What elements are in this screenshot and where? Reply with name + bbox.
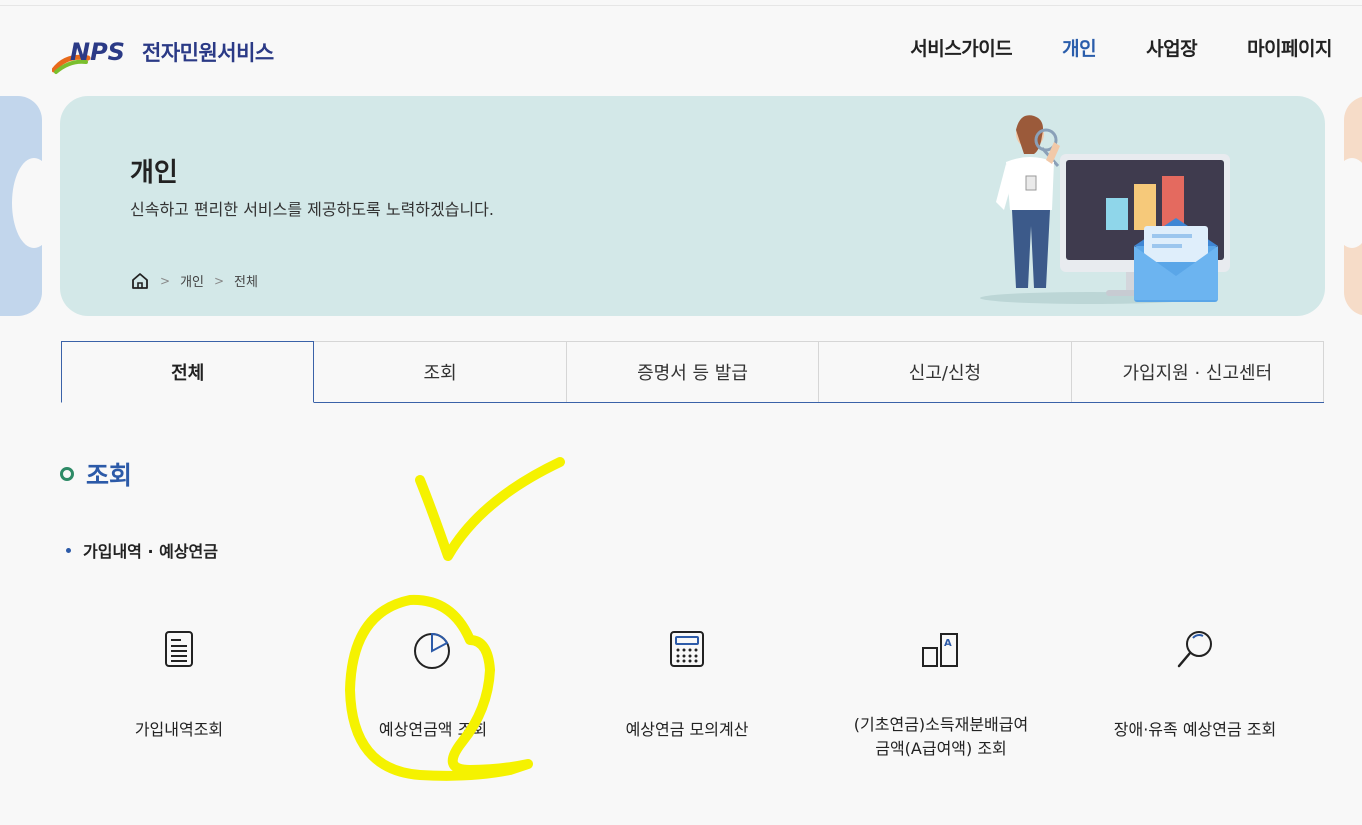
- breadcrumb: > 개인 > 전체: [130, 271, 258, 290]
- tab-all[interactable]: 전체: [61, 341, 315, 403]
- tab-support-center[interactable]: 가입지원 · 신고센터: [1071, 341, 1325, 402]
- document-icon: [165, 631, 193, 667]
- nav-mypage[interactable]: 마이페이지: [1247, 34, 1332, 61]
- tab-inquiry[interactable]: 조회: [314, 341, 567, 402]
- calculator-icon: [670, 631, 704, 667]
- service-label: 예상연금액 조회: [378, 720, 488, 739]
- service-label: 장애·유족 예상연금 조회: [1113, 720, 1277, 739]
- breadcrumb-item-all[interactable]: 전체: [234, 271, 258, 290]
- nav-personal[interactable]: 개인: [1062, 34, 1096, 61]
- subsection-heading: 가입내역 · 예상연금: [66, 538, 218, 562]
- page-subtitle: 신속하고 편리한 서비스를 제공하도록 노력하겠습니다.: [130, 200, 494, 219]
- service-label: 예상연금 모의계산: [625, 720, 749, 739]
- logo-abbr: NPS: [70, 38, 125, 66]
- banner-side-decoration-left: [0, 96, 56, 316]
- section-heading: 조회: [60, 456, 132, 492]
- section-title: 조회: [86, 461, 133, 490]
- chevron-right-icon: >: [213, 273, 225, 288]
- service-label: (기초연금)소득재분배급여 금액(A급여액) 조회: [814, 713, 1068, 761]
- service-label: 가입내역조회: [134, 720, 224, 739]
- nav-workplace[interactable]: 사업장: [1146, 34, 1197, 61]
- pie-chart-icon: [414, 632, 450, 669]
- nps-logo-icon: NPS: [52, 38, 125, 74]
- service-pension-simulation[interactable]: 예상연금 모의계산: [560, 610, 814, 790]
- nps-logo[interactable]: NPS 전자민원서비스: [52, 32, 292, 76]
- tab-report-apply[interactable]: 신고/신청: [819, 341, 1072, 402]
- service-disability-survivor-pension[interactable]: 장애·유족 예상연금 조회: [1068, 610, 1322, 790]
- logo-text: 전자민원서비스: [142, 41, 274, 65]
- subsection-bullet-icon: [66, 547, 71, 553]
- banner-illustration: [980, 115, 1230, 304]
- home-icon[interactable]: [130, 272, 150, 290]
- category-tabs: 전체 조회 증명서 등 발급 신고/신청 가입지원 · 신고센터: [61, 341, 1325, 403]
- banner-side-decoration-right: [1330, 96, 1362, 316]
- a-value-icon: A: [922, 633, 958, 667]
- chevron-right-icon: >: [160, 273, 171, 288]
- service-label-line2: 금액(A급여액) 조회: [875, 739, 1007, 758]
- breadcrumb-item-personal[interactable]: 개인: [180, 271, 204, 290]
- service-expected-pension[interactable]: 예상연금액 조회: [306, 610, 560, 790]
- service-list: 가입내역조회 예상연금액 조회 예상연금 모의계산 A (기초연금)소득재분배급…: [52, 610, 1324, 790]
- service-label-line1: (기초연금)소득재분배급여: [853, 715, 1029, 734]
- service-a-value-inquiry[interactable]: A (기초연금)소득재분배급여 금액(A급여액) 조회: [814, 610, 1068, 790]
- page-banner: 개인 신속하고 편리한 서비스를 제공하도록 노력하겠습니다. > 개인 > 전…: [60, 96, 1325, 316]
- nav-service-guide[interactable]: 서비스가이드: [910, 34, 1012, 61]
- service-subscription-history[interactable]: 가입내역조회: [52, 610, 306, 790]
- check-mark-annotation: [415, 457, 565, 561]
- magnifier-icon: [1177, 631, 1212, 668]
- main-nav: 서비스가이드 개인 사업장 마이페이지: [860, 34, 1332, 61]
- page-title: 개인: [130, 158, 178, 188]
- svg-text:A: A: [944, 638, 952, 649]
- site-header: NPS 전자민원서비스 서비스가이드 개인 사업장 마이페이지: [0, 6, 1362, 90]
- subsection-title: 가입내역 · 예상연금: [83, 542, 218, 561]
- tab-certificate[interactable]: 증명서 등 발급: [566, 341, 820, 402]
- section-bullet-icon: [60, 467, 74, 481]
